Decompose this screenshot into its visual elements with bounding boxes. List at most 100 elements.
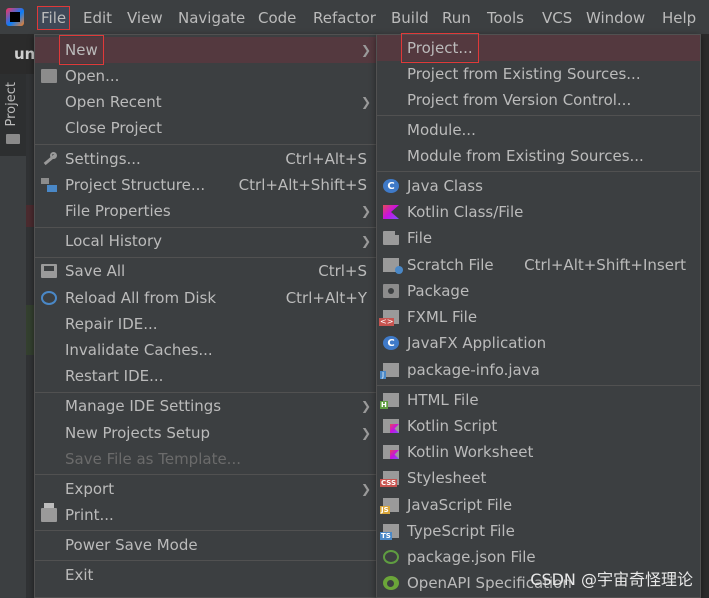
menu-item-label: Kotlin Class/File bbox=[407, 203, 524, 221]
menu-item-label: Power Save Mode bbox=[65, 536, 198, 554]
file-menu-local-history[interactable]: Local History ❯ bbox=[35, 228, 377, 254]
save-icon bbox=[41, 264, 57, 278]
menu-item-label: JavaFX Application bbox=[407, 334, 547, 352]
new-menu-project-existing-sources[interactable]: Project from Existing Sources... bbox=[377, 61, 700, 87]
file-menu-new[interactable]: New ❯ bbox=[35, 35, 377, 65]
new-menu-javascript-file[interactable]: JS JavaScript File bbox=[377, 492, 700, 518]
menu-separator bbox=[35, 474, 377, 475]
file-menu-project-structure[interactable]: Project Structure... Ctrl+Alt+Shift+S bbox=[35, 172, 377, 198]
menu-edit[interactable]: Edit bbox=[83, 7, 112, 29]
printer-icon bbox=[41, 503, 57, 522]
new-menu-module-existing-sources[interactable]: Module from Existing Sources... bbox=[377, 143, 700, 169]
folder-icon bbox=[41, 69, 57, 83]
menu-item-label: Exit bbox=[65, 566, 94, 584]
menu-build[interactable]: Build bbox=[391, 7, 429, 29]
watermark: CSDN @宇宙奇怪理论 bbox=[530, 570, 693, 589]
menu-file[interactable]: File bbox=[36, 6, 71, 30]
new-menu-project[interactable]: Project... bbox=[377, 33, 700, 63]
new-menu-package[interactable]: Package bbox=[377, 278, 700, 304]
menu-help[interactable]: Help bbox=[662, 7, 696, 29]
chevron-right-icon: ❯ bbox=[360, 234, 371, 248]
file-menu-file-properties[interactable]: File Properties ❯ bbox=[35, 198, 377, 224]
menu-item-label: Package bbox=[407, 282, 470, 300]
new-menu-scratch-file[interactable]: Scratch File Ctrl+Alt+Shift+Insert bbox=[377, 252, 700, 278]
new-menu-fxml-file[interactable]: FXML File bbox=[377, 304, 700, 330]
menu-item-label: Export bbox=[65, 480, 115, 498]
menu-item-label: Project... bbox=[401, 33, 479, 63]
menu-tools[interactable]: Tools bbox=[487, 7, 524, 29]
new-menu-typescript-file[interactable]: TS TypeScript File bbox=[377, 518, 700, 544]
file-menu-power-save-mode[interactable]: Power Save Mode bbox=[35, 532, 377, 558]
file-menu-exit[interactable]: Exit bbox=[35, 562, 377, 588]
menu-separator bbox=[377, 115, 700, 116]
new-menu-java-class[interactable]: C Java Class bbox=[377, 173, 700, 199]
html-tag: H bbox=[380, 401, 388, 409]
file-menu-restart-ide[interactable]: Restart IDE... bbox=[35, 363, 377, 389]
menu-window[interactable]: Window bbox=[586, 7, 645, 29]
new-menu-kotlin-script[interactable]: Kotlin Script bbox=[377, 413, 700, 439]
menu-vcs[interactable]: VCS bbox=[542, 7, 572, 29]
new-menu-kotlin-worksheet[interactable]: Kotlin Worksheet bbox=[377, 439, 700, 465]
new-menu-stylesheet[interactable]: CSS Stylesheet bbox=[377, 465, 700, 491]
ts-tag: TS bbox=[380, 532, 392, 540]
menu-item-label: Project from Version Control... bbox=[407, 91, 632, 109]
new-menu-package-info[interactable]: package-info.java bbox=[377, 357, 700, 383]
file-menu-close-project[interactable]: Close Project bbox=[35, 115, 377, 141]
menu-item-label: Module from Existing Sources... bbox=[407, 147, 644, 165]
project-tool-tab[interactable]: Project bbox=[0, 74, 26, 156]
menu-item-label: File bbox=[407, 229, 433, 247]
chevron-right-icon: ❯ bbox=[360, 43, 371, 57]
file-menu-repair-ide[interactable]: Repair IDE... bbox=[35, 311, 377, 337]
new-menu-javafx-application[interactable]: C JavaFX Application bbox=[377, 330, 700, 356]
file-menu-settings[interactable]: Settings... Ctrl+Alt+S bbox=[35, 146, 377, 172]
menu-run[interactable]: Run bbox=[442, 7, 471, 29]
menu-item-label: Save File as Template... bbox=[65, 450, 241, 468]
menu-item-label: Project Structure... bbox=[65, 176, 206, 194]
new-menu-module[interactable]: Module... bbox=[377, 117, 700, 143]
menu-item-label: Open Recent bbox=[65, 93, 162, 111]
menu-item-label: Print... bbox=[65, 506, 114, 524]
chevron-right-icon: ❯ bbox=[360, 399, 371, 413]
menu-code[interactable]: Code bbox=[258, 7, 296, 29]
new-menu-file[interactable]: File bbox=[377, 225, 700, 251]
menu-refactor[interactable]: Refactor bbox=[313, 7, 376, 29]
file-menu-export[interactable]: Export ❯ bbox=[35, 476, 377, 502]
file-menu-open-recent[interactable]: Open Recent ❯ bbox=[35, 89, 377, 115]
scratch-file-icon bbox=[383, 258, 403, 274]
file-menu-open[interactable]: Open... bbox=[35, 63, 377, 89]
html-file-icon: H bbox=[380, 393, 399, 409]
menu-item-label: New Projects Setup bbox=[65, 424, 211, 442]
menu-separator bbox=[35, 144, 377, 145]
css-file-icon: CSS bbox=[380, 471, 399, 487]
file-menu-save-all[interactable]: Save All Ctrl+S bbox=[35, 258, 377, 284]
openapi-icon bbox=[383, 576, 399, 590]
json-icon bbox=[383, 550, 399, 564]
kotlin-script-icon bbox=[383, 419, 399, 433]
new-menu-html-file[interactable]: H HTML File bbox=[377, 387, 700, 413]
menu-separator bbox=[377, 385, 700, 386]
menu-item-label: Module... bbox=[407, 121, 476, 139]
reload-icon bbox=[41, 291, 57, 305]
menu-item-label: package-info.java bbox=[407, 361, 540, 379]
menu-item-label: FXML File bbox=[407, 308, 478, 326]
chevron-right-icon: ❯ bbox=[360, 95, 371, 109]
menu-item-label: Kotlin Script bbox=[407, 417, 498, 435]
menu-navigate[interactable]: Navigate bbox=[178, 7, 245, 29]
file-menu-new-projects-setup[interactable]: New Projects Setup ❯ bbox=[35, 420, 377, 446]
file-menu-reload-all[interactable]: Reload All from Disk Ctrl+Alt+Y bbox=[35, 285, 377, 311]
file-menu-invalidate-caches[interactable]: Invalidate Caches... bbox=[35, 337, 377, 363]
fxml-icon bbox=[379, 310, 399, 326]
javafx-class-icon: C bbox=[383, 336, 399, 350]
menu-item-label: Restart IDE... bbox=[65, 367, 164, 385]
new-menu-project-vcs[interactable]: Project from Version Control... bbox=[377, 87, 700, 113]
file-menu-print[interactable]: Print... bbox=[35, 502, 377, 528]
menu-item-label: Reload All from Disk bbox=[65, 289, 217, 307]
file-menu-save-as-template: Save File as Template... bbox=[35, 446, 377, 472]
menu-item-label: Settings... bbox=[65, 150, 141, 168]
menu-view[interactable]: View bbox=[127, 7, 163, 29]
ts-file-icon: TS bbox=[380, 524, 399, 540]
menu-bar: File Edit View Navigate Code Refactor Bu… bbox=[0, 0, 709, 34]
file-menu-manage-ide-settings[interactable]: Manage IDE Settings ❯ bbox=[35, 393, 377, 419]
new-menu-kotlin-class[interactable]: Kotlin Class/File bbox=[377, 199, 700, 225]
menu-item-label: Repair IDE... bbox=[65, 315, 158, 333]
